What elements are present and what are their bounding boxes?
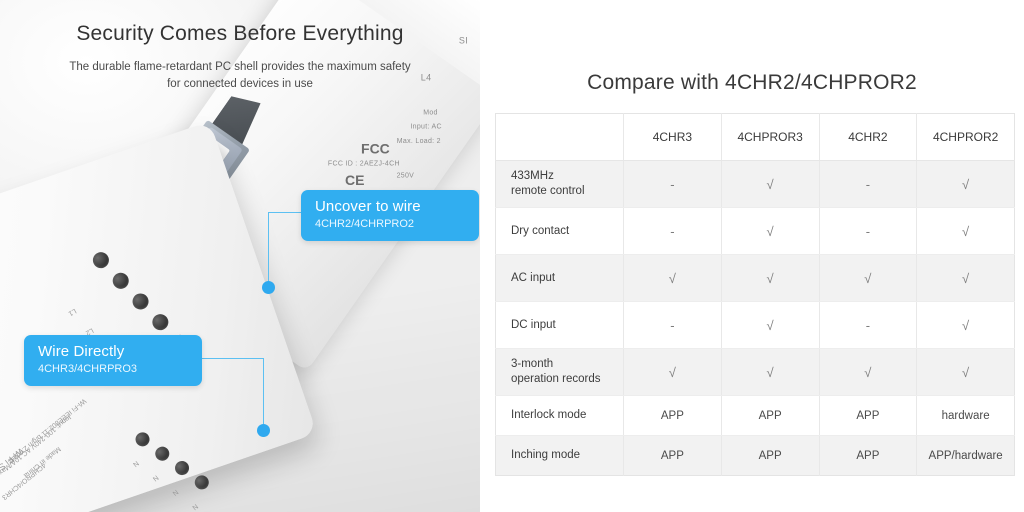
cell-4chr3: √	[623, 348, 722, 396]
device-rear-print-input: Input: AC	[410, 123, 442, 131]
column-header-4chpror2: 4CHPROR2	[916, 113, 1015, 161]
column-header-4chr2: 4CHR2	[819, 113, 918, 161]
fcc-mark: FCC	[361, 140, 390, 157]
callout-dot-wire	[257, 424, 270, 437]
cell-4chr2: -	[819, 207, 918, 255]
cell-4chpror2: √	[916, 348, 1015, 396]
table-row: Interlock mode APP APP APP hardware	[495, 395, 1015, 436]
product-comparison-page: FCC CE RoHS Mod Input: AC Max. Load: 2 2…	[0, 0, 1024, 512]
row-feature-label: Inching mode	[495, 435, 624, 476]
cell-4chr3: -	[623, 301, 722, 349]
callout-leader-wire	[199, 358, 264, 359]
row-feature-label: Dry contact	[495, 207, 624, 255]
cell-4chr3: APP	[623, 395, 722, 436]
cell-4chr2: APP	[819, 395, 918, 436]
cell-4chpror3: √	[721, 254, 820, 302]
callout-uncover-title: Uncover to wire	[315, 198, 421, 215]
photo-subhead-line-1: The durable flame-retardant PC shell pro…	[69, 61, 411, 73]
cell-4chpror2: √	[916, 207, 1015, 255]
photo-headline-block: Security Comes Before Everything The dur…	[0, 22, 480, 93]
table-row: Dry contact - √ - √	[495, 207, 1015, 255]
callout-uncover-subtitle: 4CHR2/4CHRPRO2	[315, 218, 415, 230]
column-header-feature	[495, 113, 624, 161]
cell-4chpror3: √	[721, 301, 820, 349]
callout-uncover-to-wire[interactable]: Uncover to wire 4CHR2/4CHRPRO2	[301, 190, 479, 241]
comparison-table: 4CHR3 4CHPROR3 4CHR2 4CHPROR2 433MHz rem…	[495, 113, 1015, 476]
cell-4chr2: √	[819, 254, 918, 302]
row-feature-line-1: 433MHz	[511, 170, 554, 182]
cell-4chpror3: √	[721, 160, 820, 208]
column-header-4chr3: 4CHR3	[623, 113, 722, 161]
callout-wire-title: Wire Directly	[38, 343, 125, 360]
cell-4chpror3: √	[721, 348, 820, 396]
comparison-panel: Compare with 4CHR2/4CHPROR2 4CHR3 4CHPRO…	[480, 0, 1024, 512]
cell-4chr2: APP	[819, 435, 918, 476]
table-row: DC input - √ - √	[495, 301, 1015, 349]
callout-leader-uncover	[269, 212, 303, 213]
cell-4chpror2: hardware	[916, 395, 1015, 436]
device-rear-print-voltage: 250V	[396, 172, 415, 180]
product-photo-panel: FCC CE RoHS Mod Input: AC Max. Load: 2 2…	[0, 0, 480, 512]
cell-4chpror2: √	[916, 160, 1015, 208]
cell-4chr3: -	[623, 207, 722, 255]
comparison-table-head: 4CHR3 4CHPROR3 4CHR2 4CHPROR2	[495, 113, 1015, 161]
callout-dot-uncover	[262, 281, 275, 294]
row-feature-line-2: operation records	[511, 373, 601, 385]
callout-wire-subtitle: 4CHR3/4CHRPRO3	[38, 363, 138, 375]
cell-4chr2: -	[819, 160, 918, 208]
row-feature-line-1: 3-month	[511, 358, 554, 370]
cell-4chr2: -	[819, 301, 918, 349]
photo-headline: Security Comes Before Everything	[76, 22, 404, 45]
cell-4chr3: √	[623, 254, 722, 302]
cell-4chr2: √	[819, 348, 918, 396]
cell-4chr3: APP	[623, 435, 722, 476]
callout-leader-wire-vert	[263, 358, 264, 424]
table-row: Inching mode APP APP APP APP/hardware	[495, 435, 1015, 476]
photo-subhead: The durable flame-retardant PC shell pro…	[0, 59, 480, 93]
callout-wire-directly[interactable]: Wire Directly 4CHR3/4CHRPRO3	[24, 335, 202, 386]
table-row: AC input √ √ √ √	[495, 254, 1015, 302]
row-feature-label: AC input	[495, 254, 624, 302]
row-feature-label: 3-month operation records	[495, 348, 624, 396]
table-row: 433MHz remote control - √ - √	[495, 160, 1015, 208]
cell-4chr3: -	[623, 160, 722, 208]
cell-4chpror2: √	[916, 301, 1015, 349]
comparison-title: Compare with 4CHR2/4CHPROR2	[587, 71, 917, 94]
column-header-4chpror3: 4CHPROR3	[721, 113, 820, 161]
row-feature-label: 433MHz remote control	[495, 160, 624, 208]
cell-4chpror3: APP	[721, 395, 820, 436]
cell-4chpror2: APP/hardware	[916, 435, 1015, 476]
row-feature-label: Interlock mode	[495, 395, 624, 436]
device-rear-print-model: Mod	[423, 109, 438, 117]
cell-4chpror2: √	[916, 254, 1015, 302]
device-rear-print-maxload: Max. Load: 2	[396, 138, 441, 146]
comparison-table-body: 433MHz remote control - √ - √ Dry contac…	[495, 160, 1015, 476]
callout-leader-uncover-vert	[268, 212, 269, 286]
table-row: 3-month operation records √ √ √ √	[495, 348, 1015, 396]
photo-subhead-line-2: for connected devices in use	[167, 78, 313, 90]
cell-4chpror3: APP	[721, 435, 820, 476]
cell-4chpror3: √	[721, 207, 820, 255]
row-feature-label: DC input	[495, 301, 624, 349]
table-header-row: 4CHR3 4CHPROR3 4CHR2 4CHPROR2	[495, 113, 1015, 161]
row-feature-line-2: remote control	[511, 185, 585, 197]
